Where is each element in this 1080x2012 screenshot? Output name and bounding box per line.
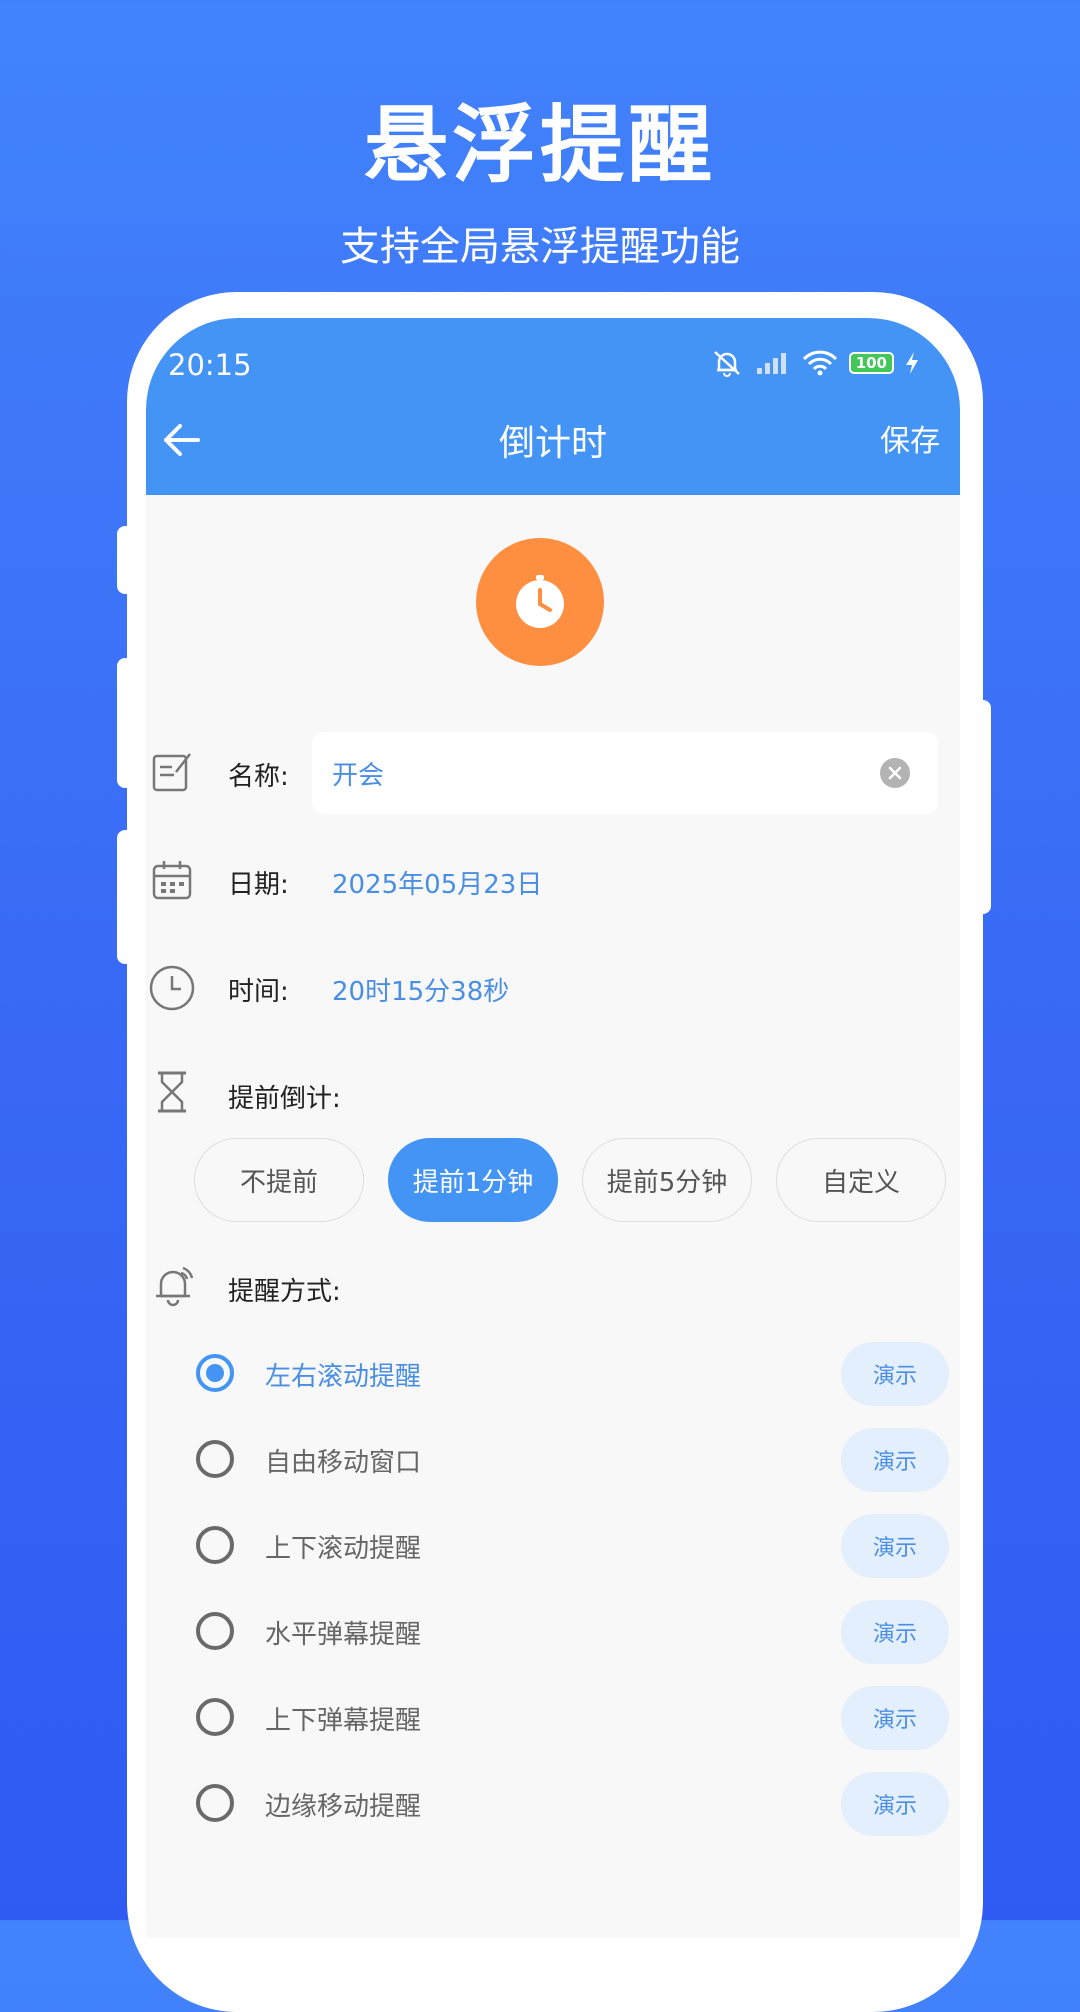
demo-button[interactable]: 演示	[841, 1514, 949, 1578]
radio-button[interactable]	[196, 1698, 234, 1736]
advance-option-none[interactable]: 不提前	[194, 1138, 364, 1222]
reminder-option-label: 自由移动窗口	[265, 1448, 422, 1478]
radio-button[interactable]	[196, 1526, 234, 1564]
demo-button[interactable]: 演示	[841, 1428, 949, 1492]
reminder-option-2[interactable]: 自由移动窗口 演示	[196, 1428, 960, 1498]
reminder-option-3[interactable]: 上下滚动提醒 演示	[196, 1514, 960, 1584]
demo-button[interactable]: 演示	[841, 1600, 949, 1664]
date-label: 日期:	[228, 870, 289, 900]
calendar-icon	[152, 861, 192, 900]
name-field[interactable]	[312, 732, 938, 814]
advance-label: 提前倒计:	[228, 1084, 341, 1114]
mute-bell-icon	[713, 351, 740, 377]
header-title: 倒计时	[498, 423, 607, 464]
advance-option-custom[interactable]: 自定义	[776, 1138, 946, 1222]
edit-note-icon	[152, 753, 191, 792]
reminder-option-5[interactable]: 上下弹幕提醒 演示	[196, 1686, 960, 1756]
reminder-option-label: 边缘移动提醒	[265, 1792, 422, 1822]
promo-title: 悬浮提醒	[363, 96, 716, 194]
reminder-option-1[interactable]: 左右滚动提醒 演示	[196, 1342, 960, 1412]
radio-button[interactable]	[196, 1784, 234, 1822]
timer-badge	[476, 538, 604, 666]
radio-button[interactable]	[196, 1354, 234, 1392]
charging-icon	[906, 352, 918, 374]
bell-ringing-icon	[156, 1266, 194, 1307]
demo-button[interactable]: 演示	[841, 1686, 949, 1750]
reminder-option-label: 水平弹幕提醒	[265, 1620, 422, 1650]
app-header: 20:15 100 倒计时 保存	[146, 318, 960, 495]
time-value[interactable]: 20时15分38秒	[332, 971, 509, 1008]
radio-button[interactable]	[196, 1440, 234, 1478]
advance-option-1min[interactable]: 提前1分钟	[388, 1138, 558, 1222]
save-button[interactable]: 保存	[880, 416, 940, 460]
signal-icon	[756, 353, 786, 374]
status-time: 20:15	[168, 348, 252, 382]
reminder-option-label: 上下滚动提醒	[265, 1534, 422, 1564]
stopwatch-icon	[516, 575, 564, 628]
phone-screen: 20:15 100 倒计时 保存 名称: 开会 日期: 2025年05月23日 …	[146, 318, 960, 1938]
reminder-option-label: 上下弹幕提醒	[265, 1706, 422, 1736]
name-label: 名称:	[228, 762, 289, 792]
status-icons: 100	[709, 348, 920, 378]
reminder-option-6[interactable]: 边缘移动提醒 演示	[196, 1772, 960, 1842]
advance-option-5min[interactable]: 提前5分钟	[582, 1138, 752, 1222]
name-input[interactable]	[332, 732, 872, 814]
clock-icon	[149, 965, 195, 1011]
radio-button[interactable]	[196, 1612, 234, 1650]
reminder-option-4[interactable]: 水平弹幕提醒 演示	[196, 1600, 960, 1670]
reminder-label: 提醒方式:	[228, 1277, 341, 1307]
demo-button[interactable]: 演示	[841, 1342, 949, 1406]
hourglass-icon	[158, 1071, 186, 1113]
reminder-option-label: 左右滚动提醒	[265, 1362, 422, 1392]
time-label: 时间:	[228, 977, 289, 1007]
close-icon	[888, 766, 902, 780]
wifi-icon	[802, 350, 837, 376]
battery-indicator: 100	[848, 352, 894, 374]
promo-subtitle: 支持全局悬浮提醒功能	[340, 224, 740, 270]
date-value[interactable]: 2025年05月23日	[332, 864, 542, 901]
demo-button[interactable]: 演示	[841, 1772, 949, 1836]
clear-button[interactable]	[880, 758, 910, 788]
